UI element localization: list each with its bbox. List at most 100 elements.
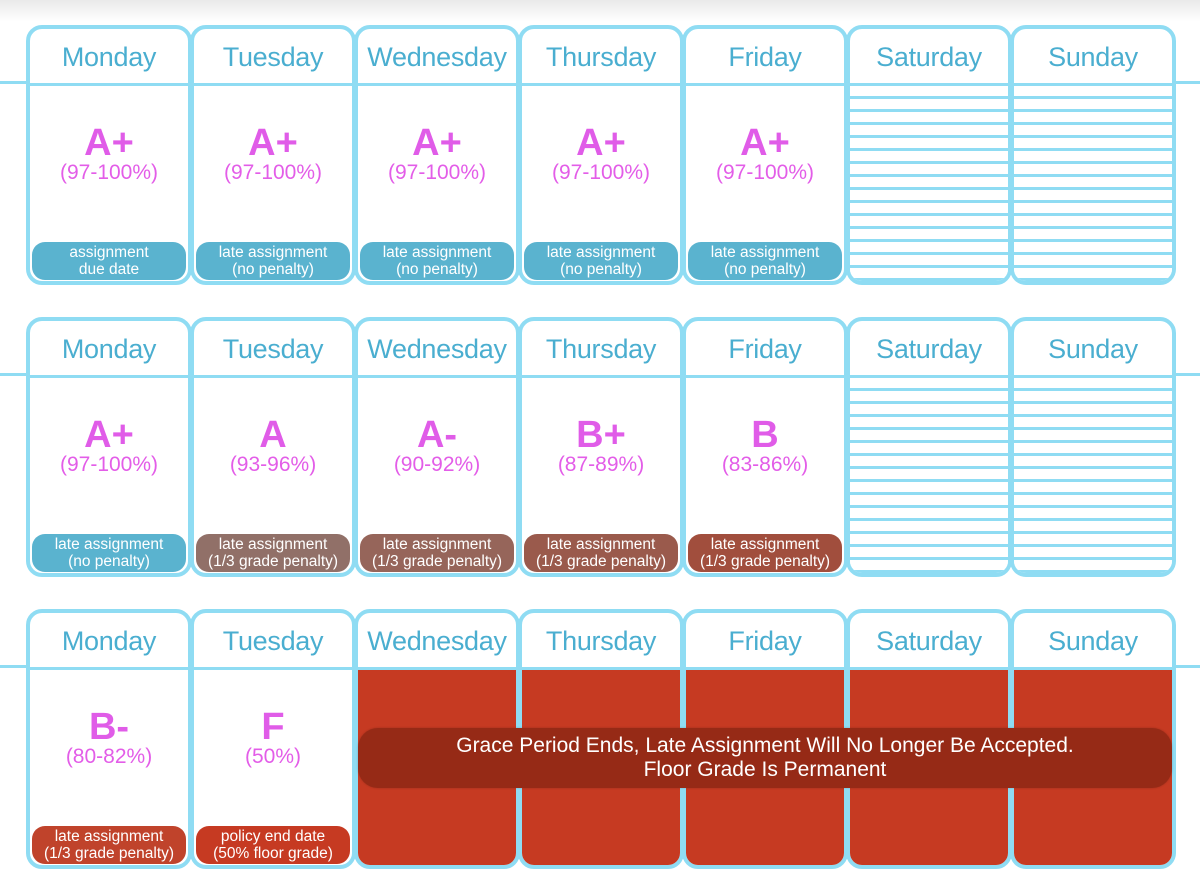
- day-card-sunday: Sunday: [1010, 25, 1176, 285]
- status-badge: late assignment (1/3 grade penalty): [32, 826, 186, 864]
- status-badge: late assignment (1/3 grade penalty): [360, 534, 514, 572]
- grade-range: (83-86%): [721, 453, 809, 476]
- day-label: Tuesday: [194, 613, 352, 670]
- letter-grade: B: [751, 414, 779, 456]
- grade-range: (87-89%): [557, 453, 645, 476]
- status-badge-line2: due date: [78, 261, 140, 278]
- day-body: A+ (97-100%) assignment due date: [30, 86, 188, 281]
- day-body: A+ (97-100%) late assignment (no penalty): [522, 86, 680, 281]
- grade-range: (97-100%): [223, 161, 323, 184]
- status-badge-line2: (1/3 grade penalty): [371, 553, 503, 570]
- status-badge-line2: (no penalty): [724, 261, 806, 278]
- letter-grade: A-: [416, 414, 458, 456]
- status-badge: late assignment (no penalty): [524, 242, 678, 280]
- status-badge: late assignment (1/3 grade penalty): [524, 534, 678, 572]
- day-label: Thursday: [522, 321, 680, 378]
- letter-grade: A+: [576, 122, 626, 164]
- status-badge-line1: late assignment: [54, 828, 164, 845]
- letter-grade: B+: [576, 414, 626, 456]
- day-card-tuesday: Tuesday F (50%) policy end date (50% floor g…: [190, 609, 356, 869]
- status-badge: late assignment (1/3 grade penalty): [196, 534, 350, 572]
- day-body: B- (80-82%) late assignment (1/3 grade pena…: [30, 670, 188, 865]
- letter-grade: A+: [740, 122, 790, 164]
- status-badge-line1: late assignment: [710, 536, 820, 553]
- day-label: Friday: [686, 613, 844, 670]
- day-label: Monday: [30, 321, 188, 378]
- status-badge-line1: late assignment: [546, 536, 656, 553]
- day-label: Sunday: [1014, 321, 1172, 378]
- day-label: Wednesday: [358, 613, 516, 670]
- day-card-wednesday: Wednesday A+ (97-100%) late assignment (no p…: [354, 25, 520, 285]
- day-card-tuesday: Tuesday A+ (97-100%) late assignment (no pen…: [190, 25, 356, 285]
- day-label: Thursday: [522, 29, 680, 86]
- status-badge-line1: late assignment: [382, 244, 492, 261]
- day-card-friday: Friday A+ (97-100%) late assignment (no pena…: [682, 25, 848, 285]
- status-badge: late assignment (no penalty): [360, 242, 514, 280]
- status-badge: policy end date (50% floor grade): [196, 826, 350, 864]
- day-body: A+ (97-100%) late assignment (no penalty): [30, 378, 188, 573]
- status-badge: late assignment (no penalty): [196, 242, 350, 280]
- day-card-friday: Friday B (83-86%) late assignment (1/3 grade…: [682, 317, 848, 577]
- week-row-1: Monday A+ (97-100%) assignment due date Tuesd…: [0, 25, 1200, 285]
- day-label: Tuesday: [194, 29, 352, 86]
- day-body: [850, 378, 1008, 573]
- weekend-lined-area: [850, 378, 1008, 573]
- weekend-lined-area: [850, 86, 1008, 281]
- letter-grade: A: [259, 414, 287, 456]
- status-badge-line2: (1/3 grade penalty): [699, 553, 831, 570]
- status-badge: late assignment (no penalty): [32, 534, 186, 572]
- day-body: [1014, 378, 1172, 573]
- status-badge-line1: late assignment: [218, 244, 328, 261]
- status-badge-line2: (no penalty): [396, 261, 478, 278]
- letter-grade: A+: [412, 122, 462, 164]
- day-body: A (93-96%) late assignment (1/3 grade penal…: [194, 378, 352, 573]
- day-body: B+ (87-89%) late assignment (1/3 grade pena…: [522, 378, 680, 573]
- day-body: F (50%) policy end date (50% floor grade): [194, 670, 352, 865]
- day-label: Sunday: [1014, 613, 1172, 670]
- day-label: Wednesday: [358, 29, 516, 86]
- day-card-thursday: Thursday A+ (97-100%) late assignment (no pe…: [518, 25, 684, 285]
- grade-range: (97-100%): [59, 161, 159, 184]
- grade-range: (80-82%): [65, 745, 153, 768]
- status-badge: late assignment (1/3 grade penalty): [688, 534, 842, 572]
- letter-grade: B-: [88, 706, 130, 748]
- status-badge-line1: late assignment: [710, 244, 820, 261]
- day-label: Monday: [30, 613, 188, 670]
- grade-range: (97-100%): [551, 161, 651, 184]
- status-badge-line2: (1/3 grade penalty): [207, 553, 339, 570]
- status-badge-line1: assignment: [69, 244, 149, 261]
- day-label: Saturday: [850, 29, 1008, 86]
- grace-banner-line1: Grace Period Ends, Late Assignment Will …: [456, 734, 1074, 757]
- day-body: A- (90-92%) late assignment (1/3 grade pena…: [358, 378, 516, 573]
- status-badge-line1: late assignment: [54, 536, 164, 553]
- day-card-saturday: Saturday: [846, 25, 1012, 285]
- day-card-monday: Monday A+ (97-100%) late assignment (no pena…: [26, 317, 192, 577]
- day-label: Friday: [686, 321, 844, 378]
- status-badge: late assignment (no penalty): [688, 242, 842, 280]
- day-body: [850, 86, 1008, 281]
- weekend-lined-area: [1014, 86, 1172, 281]
- grade-range: (93-96%): [229, 453, 317, 476]
- status-badge-line2: (50% floor grade): [213, 845, 333, 862]
- day-card-wednesday: Wednesday A- (90-92%) late assignment (1/3 g…: [354, 317, 520, 577]
- day-body: A+ (97-100%) late assignment (no penalty): [194, 86, 352, 281]
- status-badge-line2: (no penalty): [232, 261, 314, 278]
- weekend-lined-area: [1014, 378, 1172, 573]
- letter-grade: A+: [248, 122, 298, 164]
- status-badge-line2: (1/3 grade penalty): [43, 845, 175, 862]
- day-label: Tuesday: [194, 321, 352, 378]
- status-badge: assignment due date: [32, 242, 186, 280]
- grace-banner-line2: Floor Grade Is Permanent: [643, 758, 887, 781]
- status-badge-line1: late assignment: [218, 536, 328, 553]
- day-label: Thursday: [522, 613, 680, 670]
- day-card-monday: Monday B- (80-82%) late assignment (1/3 grad…: [26, 609, 192, 869]
- day-card-tuesday: Tuesday A (93-96%) late assignment (1/3 grad…: [190, 317, 356, 577]
- letter-grade: A+: [84, 414, 134, 456]
- day-body: B (83-86%) late assignment (1/3 grade penal…: [686, 378, 844, 573]
- day-card-thursday: Thursday B+ (87-89%) late assignment (1/3 gr…: [518, 317, 684, 577]
- day-card-monday: Monday A+ (97-100%) assignment due date: [26, 25, 192, 285]
- day-label: Friday: [686, 29, 844, 86]
- day-label: Wednesday: [358, 321, 516, 378]
- grade-range: (97-100%): [59, 453, 159, 476]
- grade-range: (97-100%): [387, 161, 487, 184]
